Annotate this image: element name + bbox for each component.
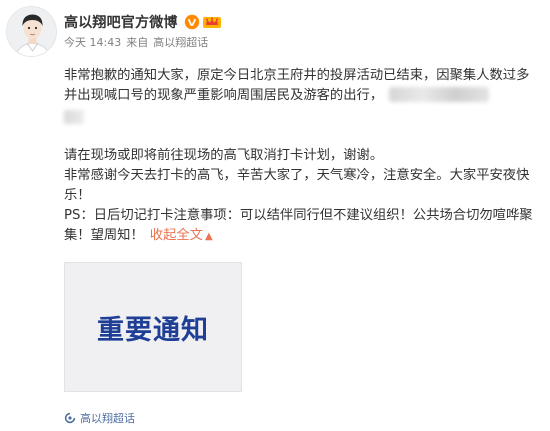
super-topic-link[interactable]: 高以翔超话	[64, 410, 135, 426]
username[interactable]: 高以翔吧官方微博	[64, 12, 178, 32]
avatar-portrait-icon	[7, 7, 56, 56]
blurred-mosaic-2	[64, 110, 84, 124]
collapse-full-text-link[interactable]: 收起全文	[150, 228, 203, 243]
content-text-4: PS：日后切记打卡注意事项：可以结伴同行但不建议组织！公共场合切勿喧哗聚集！望周…	[64, 208, 533, 243]
vip-crown-icon[interactable]	[202, 14, 222, 30]
source-link[interactable]: 高以翔超话	[153, 34, 208, 50]
content-paragraph-4: PS：日后切记打卡注意事项：可以结伴同行但不建议组织！公共场合切勿喧哗聚集！望周…	[64, 206, 542, 247]
name-row: 高以翔吧官方微博	[64, 12, 222, 32]
blurred-mosaic	[389, 87, 490, 102]
verified-v-icon	[184, 14, 200, 30]
avatar[interactable]	[6, 6, 57, 57]
post-content: 非常抱歉的通知大家，原定今日北京王府井的投屏活动已结束，因聚集人数过多并出现喊口…	[64, 66, 542, 247]
weibo-post: 高以翔吧官方微博 今天 14:43 来自 高以翔超话 非常抱歉的通知大家，原定今…	[0, 0, 550, 431]
super-topic-label[interactable]: 高以翔超话	[80, 410, 135, 426]
notice-image-title: 重要通知	[97, 314, 209, 346]
super-topic-icon	[64, 412, 76, 424]
chevron-up-icon[interactable]: ▲	[205, 227, 213, 247]
source-prefix: 来自	[126, 36, 149, 49]
post-header: 高以翔吧官方微博 今天 14:43 来自 高以翔超话	[64, 12, 222, 50]
notice-image[interactable]: 重要通知	[64, 262, 242, 392]
post-time[interactable]: 今天 14:43	[64, 34, 121, 50]
content-paragraph-2: 请在现场或即将前往现场的高飞取消打卡计划，谢谢。	[64, 148, 384, 163]
post-meta: 今天 14:43 来自 高以翔超话	[64, 34, 222, 50]
content-paragraph-1: 非常抱歉的通知大家，原定今日北京王府井的投屏活动已结束，因聚集人数过多并出现喊口…	[64, 66, 542, 124]
content-paragraph-3: 非常感谢今天去打卡的高飞，辛苦大家了，天气寒冷，注意安全。大家平安夜快乐！	[64, 168, 530, 203]
